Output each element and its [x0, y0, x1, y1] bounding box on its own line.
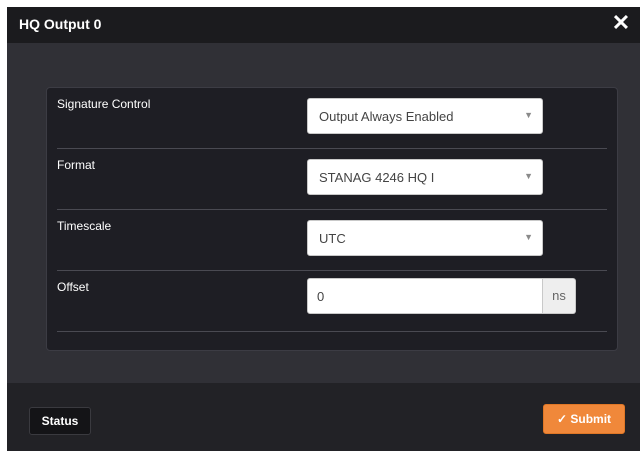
timescale-label: Timescale	[57, 219, 112, 233]
offset-input[interactable]: 0	[307, 278, 543, 314]
close-icon[interactable]: ✕	[610, 12, 632, 34]
signature-control-value: Output Always Enabled	[319, 109, 454, 124]
dialog-title: HQ Output 0	[19, 16, 102, 32]
offset-unit: ns	[543, 278, 576, 314]
format-row: Format STANAG 4246 HQ I ▼	[47, 149, 617, 210]
signature-control-select[interactable]: Output Always Enabled ▼	[307, 98, 543, 134]
offset-row: Offset 0 ns	[47, 271, 617, 332]
check-icon: ✓	[556, 412, 568, 426]
dialog-body: Signature Control Output Always Enabled …	[7, 43, 640, 383]
dialog-titlebar: HQ Output 0 ✕	[7, 7, 640, 43]
offset-label: Offset	[57, 280, 89, 294]
caret-down-icon: ▼	[524, 232, 533, 242]
hq-output-dialog: HQ Output 0 ✕ Signature Control Output A…	[7, 7, 640, 451]
submit-button[interactable]: ✓ Submit	[543, 404, 625, 434]
caret-down-icon: ▼	[524, 110, 533, 120]
dialog-footer: Status ✓ Submit	[7, 383, 640, 451]
timescale-value: UTC	[319, 231, 346, 246]
format-label: Format	[57, 158, 96, 172]
timescale-row: Timescale UTC ▼	[47, 210, 617, 271]
offset-value: 0	[317, 289, 325, 304]
status-button-label: Status	[41, 414, 79, 428]
submit-button-label: Submit	[570, 412, 612, 426]
timescale-select[interactable]: UTC ▼	[307, 220, 543, 256]
settings-panel: Signature Control Output Always Enabled …	[46, 87, 618, 351]
signature-control-label: Signature Control	[57, 97, 151, 111]
status-button[interactable]: Status	[29, 407, 91, 435]
caret-down-icon: ▼	[524, 171, 533, 181]
row-divider	[57, 331, 607, 332]
format-value: STANAG 4246 HQ I	[319, 170, 435, 185]
signature-control-row: Signature Control Output Always Enabled …	[47, 88, 617, 149]
format-select[interactable]: STANAG 4246 HQ I ▼	[307, 159, 543, 195]
